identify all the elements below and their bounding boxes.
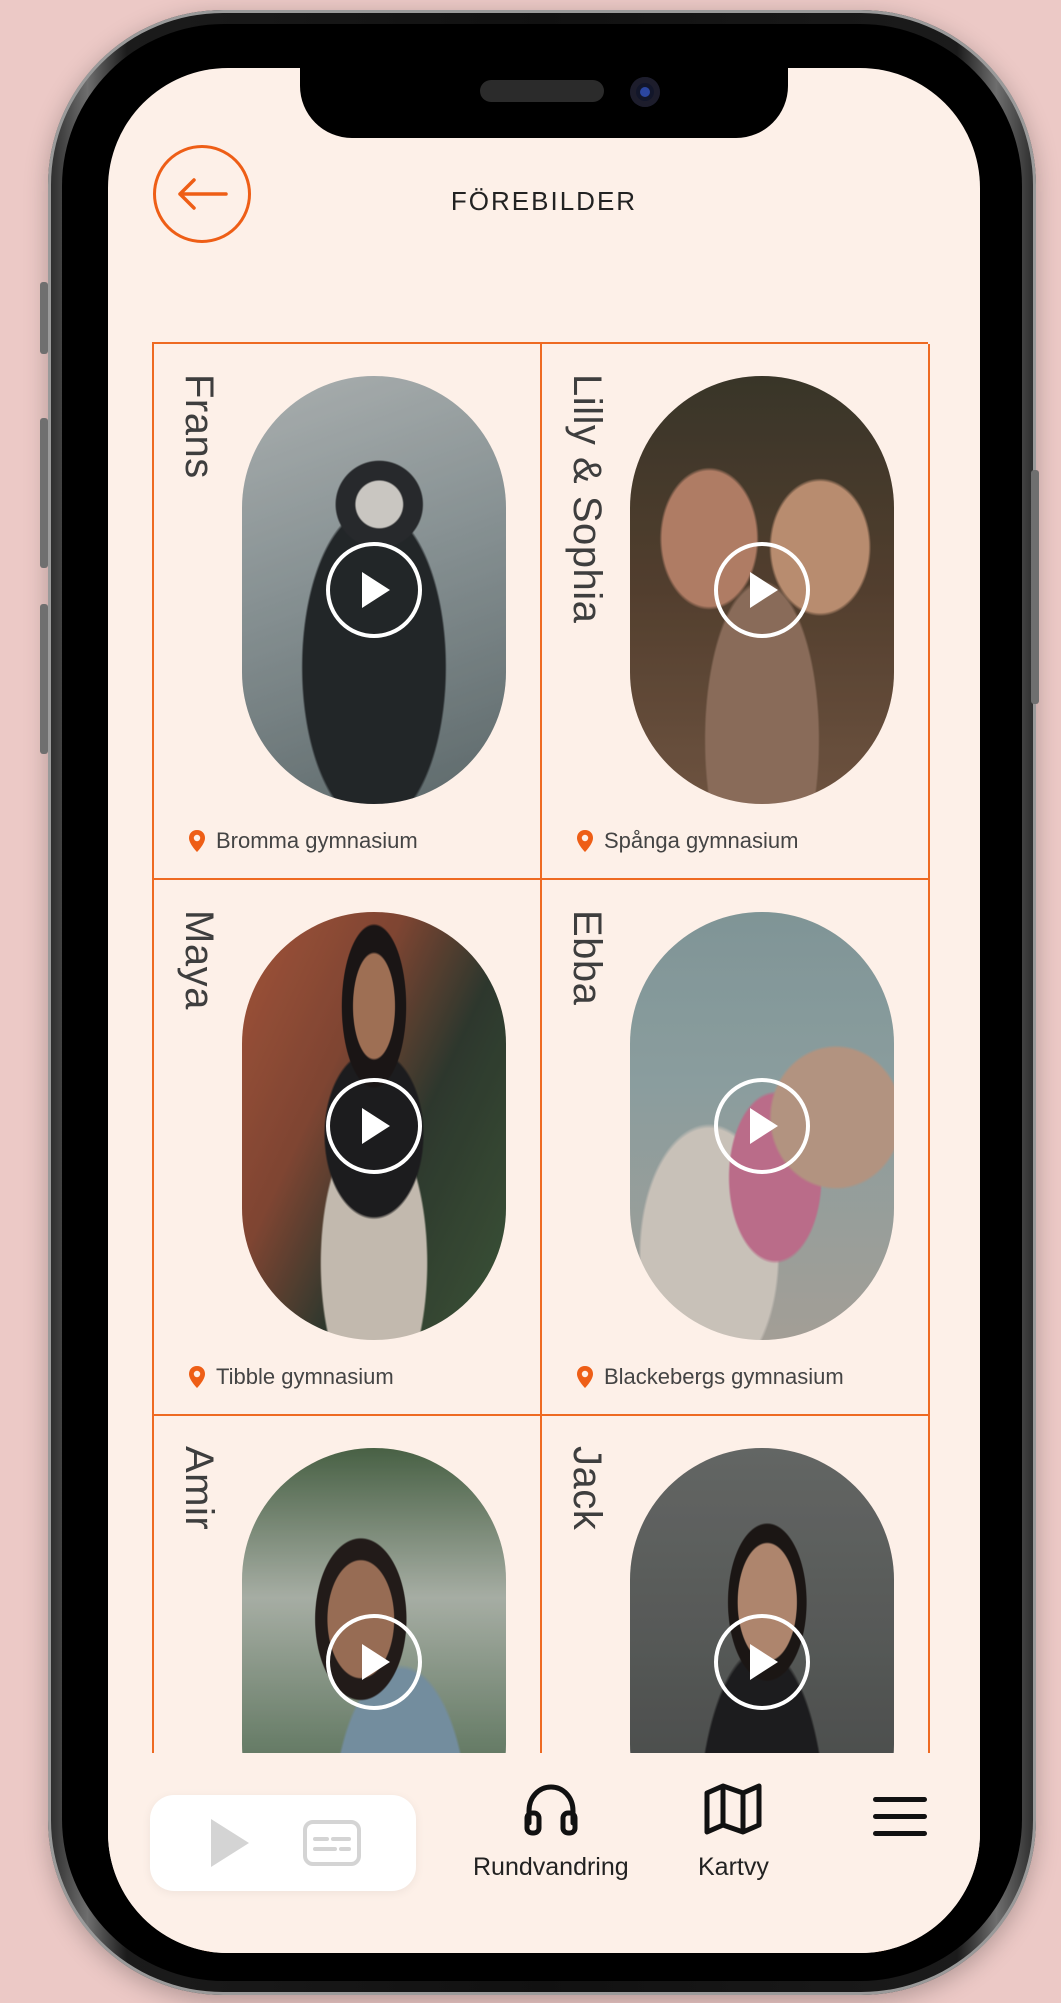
- play-icon: [750, 1108, 778, 1144]
- menu-line: [873, 1831, 927, 1836]
- play-button[interactable]: [714, 1614, 810, 1710]
- role-model-card-maya[interactable]: Maya Tibble gymnasium: [154, 880, 542, 1416]
- volume-up-button: [40, 418, 48, 568]
- card-name: Jack: [565, 1446, 609, 1531]
- role-model-grid: Frans Bromma gymnasium Lilly & Sophia Sp…: [152, 342, 930, 1952]
- school-name: Spånga gymnasium: [604, 828, 799, 853]
- card-name: Ebba: [565, 910, 609, 1006]
- play-icon[interactable]: [205, 1815, 253, 1871]
- nav-label: Rundvandring: [473, 1853, 629, 1881]
- map-pin-icon: [577, 1366, 593, 1388]
- bottom-bar: Rundvandring Kartvy: [108, 1753, 980, 1953]
- page-title: FÖREBILDER: [450, 186, 638, 216]
- school-location: Spånga gymnasium: [576, 828, 798, 854]
- school-name: Tibble gymnasium: [216, 1364, 394, 1389]
- card-name: Amir: [177, 1446, 221, 1531]
- hamburger-menu-icon[interactable]: [873, 1797, 927, 1847]
- card-name: Maya: [177, 910, 221, 1010]
- subtitles-icon[interactable]: [302, 1819, 362, 1867]
- menu-line: [873, 1814, 927, 1819]
- play-button[interactable]: [326, 1614, 422, 1710]
- card-name: Lilly & Sophia: [565, 374, 609, 624]
- play-icon: [362, 1108, 390, 1144]
- map-icon: [704, 1783, 762, 1835]
- portrait-photo: [630, 376, 894, 804]
- map-pin-icon: [189, 830, 205, 852]
- power-button: [1031, 470, 1039, 704]
- school-location: Blackebergs gymnasium: [576, 1364, 844, 1390]
- play-button[interactable]: [714, 1078, 810, 1174]
- play-icon: [750, 572, 778, 608]
- play-icon: [750, 1644, 778, 1680]
- app-screen: FÖREBILDER Frans Bromma gymnasium Lilly …: [108, 68, 980, 1953]
- role-model-card-lilly-sophia[interactable]: Lilly & Sophia Spånga gymnasium: [542, 344, 930, 880]
- school-name: Bromma gymnasium: [216, 828, 418, 853]
- headphones-icon: [524, 1784, 578, 1836]
- play-button[interactable]: [714, 542, 810, 638]
- nav-label: Kartvy: [698, 1853, 769, 1881]
- volume-down-button: [40, 604, 48, 754]
- menu-line: [873, 1797, 927, 1802]
- portrait-photo: [242, 376, 506, 804]
- card-name: Frans: [177, 374, 221, 479]
- play-icon: [362, 572, 390, 608]
- mute-switch: [40, 282, 48, 354]
- nav-rundvandring[interactable]: Rundvandring: [473, 1781, 629, 1882]
- portrait-photo: [630, 912, 894, 1340]
- map-pin-icon: [189, 1366, 205, 1388]
- notch: [300, 68, 788, 138]
- play-icon: [362, 1644, 390, 1680]
- portrait-photo: [242, 912, 506, 1340]
- role-model-card-frans[interactable]: Frans Bromma gymnasium: [154, 344, 542, 880]
- play-button[interactable]: [326, 542, 422, 638]
- map-pin-icon: [577, 830, 593, 852]
- play-button[interactable]: [326, 1078, 422, 1174]
- front-camera: [630, 77, 660, 107]
- school-name: Blackebergs gymnasium: [604, 1364, 844, 1389]
- nav-kartvy[interactable]: Kartvy: [698, 1781, 769, 1882]
- speaker-grille: [480, 80, 604, 102]
- school-location: Bromma gymnasium: [188, 828, 418, 854]
- media-controls: [150, 1795, 416, 1891]
- role-model-card-ebba[interactable]: Ebba Blackebergs gymnasium: [542, 880, 930, 1416]
- school-location: Tibble gymnasium: [188, 1364, 394, 1390]
